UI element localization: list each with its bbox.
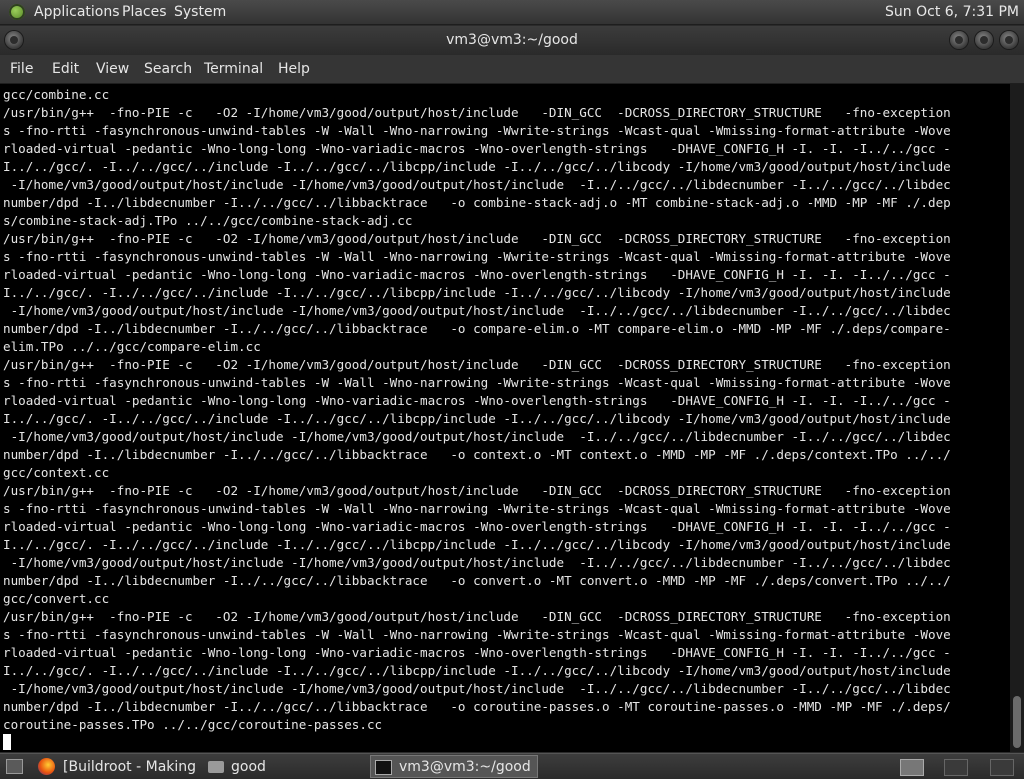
terminal-line: number/dpd -I../libdecnumber -I../../gcc… — [3, 195, 951, 210]
places-menu[interactable]: Places — [122, 0, 167, 24]
menu-edit[interactable]: Edit — [52, 55, 79, 83]
terminal-line: I../../gcc/. -I../../gcc/../include -I..… — [3, 411, 951, 426]
terminal-line: /usr/bin/g++ -fno-PIE -c -O2 -I/home/vm3… — [3, 105, 951, 120]
clock[interactable]: Sun Oct 6, 7:31 PM — [885, 0, 1019, 24]
terminal-line: /usr/bin/g++ -fno-PIE -c -O2 -I/home/vm3… — [3, 609, 951, 624]
terminal-line: rloaded-virtual -pedantic -Wno-long-long… — [3, 519, 951, 534]
terminal-scrollbar[interactable] — [1010, 84, 1024, 752]
terminal-line: rloaded-virtual -pedantic -Wno-long-long… — [3, 267, 951, 282]
menu-terminal[interactable]: Terminal — [204, 55, 263, 83]
close-icon[interactable] — [1000, 31, 1018, 49]
terminal-line: /usr/bin/g++ -fno-PIE -c -O2 -I/home/vm3… — [3, 357, 951, 372]
workspace-2-icon[interactable] — [944, 759, 968, 776]
taskbar-item-folder[interactable]: good — [204, 755, 364, 778]
terminal-line: s -fno-rtti -fasynchronous-unwind-tables… — [3, 627, 951, 642]
terminal-line: /usr/bin/g++ -fno-PIE -c -O2 -I/home/vm3… — [3, 483, 951, 498]
terminal-line: gcc/context.cc — [3, 465, 110, 480]
terminal-line: -I/home/vm3/good/output/host/include -I/… — [3, 177, 951, 192]
terminal-line: s -fno-rtti -fasynchronous-unwind-tables… — [3, 123, 951, 138]
terminal-text: gcc/combine.cc/usr/bin/g++ -fno-PIE -c -… — [3, 86, 951, 734]
terminal-line: I../../gcc/. -I../../gcc/../include -I..… — [3, 285, 951, 300]
terminal-icon — [375, 760, 392, 775]
menu-view[interactable]: View — [96, 55, 129, 83]
system-menu[interactable]: System — [174, 0, 226, 24]
taskbar-item-label: good — [231, 759, 266, 775]
terminal-line: rloaded-virtual -pedantic -Wno-long-long… — [3, 393, 951, 408]
menu-search[interactable]: Search — [144, 55, 192, 83]
trash-icon[interactable] — [990, 759, 1014, 776]
minimize-icon[interactable] — [950, 31, 968, 49]
scrollbar-thumb[interactable] — [1013, 696, 1021, 748]
terminal-line: -I/home/vm3/good/output/host/include -I/… — [3, 429, 951, 444]
distro-logo-icon[interactable] — [9, 4, 25, 20]
taskbar-item-label: vm3@vm3:~/good — [399, 759, 531, 775]
terminal-line: I../../gcc/. -I../../gcc/../include -I..… — [3, 663, 951, 678]
window-title: vm3@vm3:~/good — [446, 32, 578, 48]
terminal-line: gcc/convert.cc — [3, 591, 110, 606]
terminal-line: -I/home/vm3/good/output/host/include -I/… — [3, 555, 951, 570]
terminal-line: -I/home/vm3/good/output/host/include -I/… — [3, 681, 951, 696]
terminal-line: number/dpd -I../libdecnumber -I../../gcc… — [3, 699, 951, 714]
terminal-line: -I/home/vm3/good/output/host/include -I/… — [3, 303, 951, 318]
firefox-icon — [38, 758, 55, 775]
workspace-1-icon[interactable] — [900, 759, 924, 776]
terminal-line: s -fno-rtti -fasynchronous-unwind-tables… — [3, 501, 951, 516]
show-desktop-icon[interactable] — [6, 759, 23, 774]
terminal-line: I../../gcc/. -I../../gcc/../include -I..… — [3, 159, 951, 174]
applications-menu[interactable]: Applications — [34, 0, 120, 24]
menu-file[interactable]: File — [10, 55, 33, 83]
terminal-output[interactable]: gcc/combine.cc/usr/bin/g++ -fno-PIE -c -… — [0, 84, 1010, 752]
terminal-line: number/dpd -I../libdecnumber -I../../gcc… — [3, 447, 951, 462]
terminal-line: s -fno-rtti -fasynchronous-unwind-tables… — [3, 375, 951, 390]
terminal-line: s/combine-stack-adj.TPo ../../gcc/combin… — [3, 213, 413, 228]
folder-icon — [208, 761, 224, 773]
terminal-line: elim.TPo ../../gcc/compare-elim.cc — [3, 339, 261, 354]
window-titlebar[interactable]: vm3@vm3:~/good — [0, 26, 1024, 55]
top-panel: Applications Places System Sun Oct 6, 7:… — [0, 0, 1024, 25]
terminal-line: I../../gcc/. -I../../gcc/../include -I..… — [3, 537, 951, 552]
menu-help[interactable]: Help — [278, 55, 310, 83]
window-menu-icon[interactable] — [5, 31, 23, 49]
terminal-line: /usr/bin/g++ -fno-PIE -c -O2 -I/home/vm3… — [3, 231, 951, 246]
terminal-line: number/dpd -I../libdecnumber -I../../gcc… — [3, 321, 951, 336]
taskbar: [Buildroot - Making ... good vm3@vm3:~/g… — [0, 753, 1024, 779]
taskbar-item-terminal[interactable]: vm3@vm3:~/good — [370, 755, 538, 778]
taskbar-item-firefox[interactable]: [Buildroot - Making ... — [34, 755, 200, 778]
terminal-line: rloaded-virtual -pedantic -Wno-long-long… — [3, 141, 951, 156]
maximize-icon[interactable] — [975, 31, 993, 49]
taskbar-item-label: [Buildroot - Making ... — [63, 759, 200, 775]
terminal-line: gcc/combine.cc — [3, 87, 110, 102]
terminal-line: rloaded-virtual -pedantic -Wno-long-long… — [3, 645, 951, 660]
terminal-line: coroutine-passes.TPo ../../gcc/coroutine… — [3, 717, 383, 732]
menubar: File Edit View Search Terminal Help — [0, 55, 1024, 84]
terminal-line: s -fno-rtti -fasynchronous-unwind-tables… — [3, 249, 951, 264]
terminal-cursor — [3, 734, 11, 750]
terminal-line: number/dpd -I../libdecnumber -I../../gcc… — [3, 573, 951, 588]
